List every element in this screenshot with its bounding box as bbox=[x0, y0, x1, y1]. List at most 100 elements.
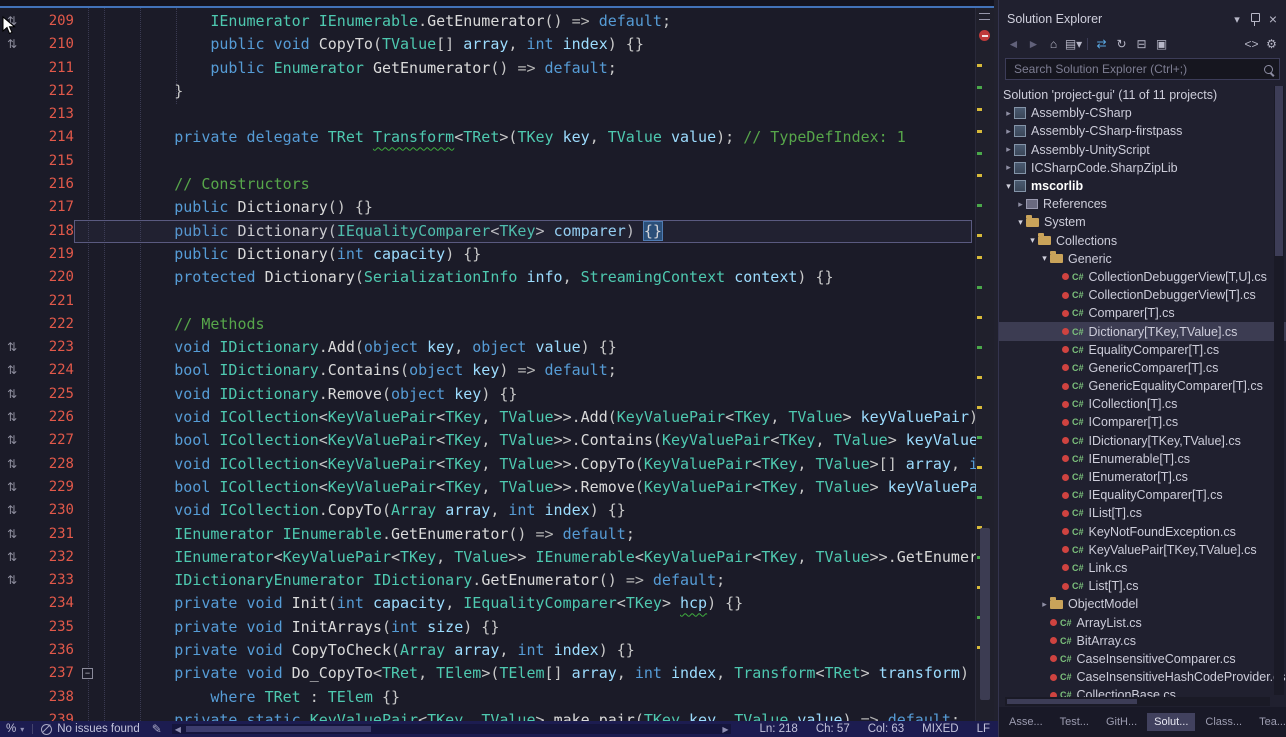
collapse-arrow-icon[interactable]: ▾ bbox=[1039, 253, 1050, 264]
line-number[interactable]: 235 bbox=[24, 616, 74, 639]
line-number[interactable]: 216 bbox=[24, 173, 74, 196]
code-line[interactable]: 211 public Enumerator GetEnumerator() =>… bbox=[0, 57, 976, 80]
line-number[interactable]: 210 bbox=[24, 33, 74, 56]
code-line[interactable]: ⇅224 bool IDictionary.Contains(object ke… bbox=[0, 359, 976, 382]
solution-search-box[interactable] bbox=[1005, 58, 1280, 80]
tree-item[interactable]: C#CollectionBase.cs bbox=[999, 686, 1286, 697]
tree-item[interactable]: C#ICollection[T].cs bbox=[999, 395, 1286, 413]
panel-tab-solut[interactable]: Solut... bbox=[1147, 713, 1195, 731]
panel-tab-tea[interactable]: Tea... bbox=[1252, 713, 1286, 731]
line-number[interactable]: 218 bbox=[24, 220, 74, 243]
expand-arrow-icon[interactable]: ▸ bbox=[1003, 108, 1014, 119]
code-line[interactable]: ⇅233 IDictionaryEnumerator IDictionary.G… bbox=[0, 569, 976, 592]
tree-item[interactable]: C#IDictionary[TKey,TValue].cs bbox=[999, 432, 1286, 450]
show-all-files-button-icon[interactable]: ▣ bbox=[1152, 37, 1171, 51]
code-line[interactable]: ⇅210 public void CopyTo(TValue[] array, … bbox=[0, 33, 976, 56]
code-line[interactable]: ⇅226 void ICollection<KeyValuePair<TKey,… bbox=[0, 406, 976, 429]
line-number[interactable]: 220 bbox=[24, 266, 74, 289]
line-number[interactable]: 213 bbox=[24, 103, 74, 126]
code-line[interactable]: 221 bbox=[0, 290, 976, 313]
code-editor[interactable]: ⇅209 IEnumerator IEnumerable.GetEnumerat… bbox=[0, 8, 994, 721]
eol-indicator[interactable]: LF bbox=[977, 723, 990, 735]
code-line[interactable]: 220 protected Dictionary(SerializationIn… bbox=[0, 266, 976, 289]
code-view-button-icon[interactable]: <> bbox=[1242, 37, 1261, 51]
code-line[interactable]: 217 public Dictionary() {} bbox=[0, 196, 976, 219]
line-number[interactable]: 232 bbox=[24, 546, 74, 569]
code-line[interactable]: 215 bbox=[0, 150, 976, 173]
search-icon[interactable] bbox=[1264, 65, 1273, 74]
code-line[interactable]: ⇅229 bool ICollection<KeyValuePair<TKey,… bbox=[0, 476, 976, 499]
line-number[interactable]: 239 bbox=[24, 709, 74, 721]
issues-status[interactable]: No issues found bbox=[57, 723, 139, 735]
line-number[interactable]: 209 bbox=[24, 10, 74, 33]
horizontal-scrollbar-thumb[interactable] bbox=[186, 726, 371, 732]
line-number[interactable]: 214 bbox=[24, 126, 74, 149]
code-line[interactable]: ⇅209 IEnumerator IEnumerable.GetEnumerat… bbox=[0, 10, 976, 33]
code-line[interactable]: ⇅223 void IDictionary.Add(object key, ob… bbox=[0, 336, 976, 359]
line-number[interactable]: 231 bbox=[24, 523, 74, 546]
code-line[interactable]: 212 } bbox=[0, 80, 976, 103]
expand-arrow-icon[interactable]: ▸ bbox=[1003, 126, 1014, 137]
switch-views-button-icon[interactable]: ▤▾ bbox=[1064, 37, 1083, 51]
tree-horizontal-scrollbar[interactable] bbox=[1005, 697, 1270, 706]
line-number[interactable]: 226 bbox=[24, 406, 74, 429]
settings-wrench-button-icon[interactable]: ⚙ bbox=[1262, 37, 1281, 51]
tree-item[interactable]: C#CaseInsensitiveHashCodeProvider.cs bbox=[999, 668, 1286, 686]
tree-item[interactable]: ▾System bbox=[999, 213, 1286, 231]
tree-item[interactable]: C#CollectionDebuggerView[T,U].cs bbox=[999, 268, 1286, 286]
editor-vertical-scrollbar[interactable] bbox=[975, 8, 994, 721]
line-number[interactable]: 236 bbox=[24, 639, 74, 662]
tree-item[interactable]: ▸ObjectModel bbox=[999, 595, 1286, 613]
sync-with-active-document-button-icon[interactable]: ⇄ bbox=[1092, 37, 1111, 51]
line-number[interactable]: 227 bbox=[24, 429, 74, 452]
tree-scrollbar-thumb[interactable] bbox=[1275, 86, 1283, 256]
code-line[interactable]: ⇅228 void ICollection<KeyValuePair<TKey,… bbox=[0, 453, 976, 476]
vertical-scrollbar-thumb[interactable] bbox=[980, 528, 990, 700]
tree-item[interactable]: ▸Assembly-CSharp bbox=[999, 104, 1286, 122]
pin-icon[interactable] bbox=[1246, 13, 1264, 25]
column-indicator[interactable]: Col: 63 bbox=[868, 723, 904, 735]
code-line[interactable]: 218 public Dictionary(IEqualityComparer<… bbox=[0, 220, 976, 243]
tree-item[interactable]: C#List[T].cs bbox=[999, 577, 1286, 595]
tree-item[interactable]: ▾mscorlib bbox=[999, 177, 1286, 195]
tree-item[interactable]: ▾Collections bbox=[999, 232, 1286, 250]
tree-item[interactable]: C#CaseInsensitiveComparer.cs bbox=[999, 650, 1286, 668]
tree-item[interactable]: ▾Generic bbox=[999, 250, 1286, 268]
tree-item[interactable]: C#Comparer[T].cs bbox=[999, 304, 1286, 322]
code-line[interactable]: ⇅225 void IDictionary.Remove(object key)… bbox=[0, 383, 976, 406]
scroll-right-icon[interactable]: ▶ bbox=[719, 725, 731, 734]
close-icon[interactable]: × bbox=[1264, 11, 1282, 27]
scroll-left-icon[interactable]: ◀ bbox=[172, 725, 184, 734]
forward-button-icon[interactable]: ► bbox=[1024, 37, 1043, 51]
line-number[interactable]: 228 bbox=[24, 453, 74, 476]
line-number[interactable]: 211 bbox=[24, 57, 74, 80]
code-line[interactable]: ⇅232 IEnumerator<KeyValuePair<TKey, TVal… bbox=[0, 546, 976, 569]
line-number[interactable]: 238 bbox=[24, 686, 74, 709]
splitter-grip-icon[interactable] bbox=[979, 13, 990, 20]
line-number[interactable]: 217 bbox=[24, 196, 74, 219]
expand-arrow-icon[interactable]: ▸ bbox=[1003, 162, 1014, 173]
tree-item[interactable]: C#Link.cs bbox=[999, 559, 1286, 577]
tree-item[interactable]: ▸References bbox=[999, 195, 1286, 213]
tree-item[interactable]: C#KeyValuePair[TKey,TValue].cs bbox=[999, 541, 1286, 559]
line-number[interactable]: 212 bbox=[24, 80, 74, 103]
code-line[interactable]: 219 public Dictionary(int capacity) {} bbox=[0, 243, 976, 266]
code-line[interactable]: 214 private delegate TRet Transform<TRet… bbox=[0, 126, 976, 149]
tree-item[interactable]: C#GenericEqualityComparer[T].cs bbox=[999, 377, 1286, 395]
code-line[interactable]: ⇅227 bool ICollection<KeyValuePair<TKey,… bbox=[0, 429, 976, 452]
collapse-arrow-icon[interactable]: ▾ bbox=[1003, 181, 1014, 192]
code-line[interactable]: 238 where TRet : TElem {} bbox=[0, 686, 976, 709]
tree-item[interactable]: C#IEnumerable[T].cs bbox=[999, 450, 1286, 468]
code-line[interactable]: 222 // Methods bbox=[0, 313, 976, 336]
tree-item[interactable]: C#Dictionary[TKey,TValue].cs bbox=[999, 322, 1286, 340]
tree-item[interactable]: ▸Assembly-CSharp-firstpass bbox=[999, 122, 1286, 140]
code-line[interactable]: ⇅230 void ICollection.CopyTo(Array array… bbox=[0, 499, 976, 522]
code-line[interactable]: 239 private static KeyValuePair<TKey, TV… bbox=[0, 709, 976, 721]
expand-arrow-icon[interactable]: ▸ bbox=[1039, 599, 1050, 610]
search-input[interactable] bbox=[1012, 61, 1258, 77]
code-line[interactable]: 237− private void Do_CopyTo<TRet, TElem>… bbox=[0, 662, 976, 685]
back-button-icon[interactable]: ◄ bbox=[1004, 37, 1023, 51]
collapse-arrow-icon[interactable]: ▾ bbox=[1015, 217, 1026, 228]
line-number[interactable]: 219 bbox=[24, 243, 74, 266]
panel-tab-class[interactable]: Class... bbox=[1198, 713, 1249, 731]
